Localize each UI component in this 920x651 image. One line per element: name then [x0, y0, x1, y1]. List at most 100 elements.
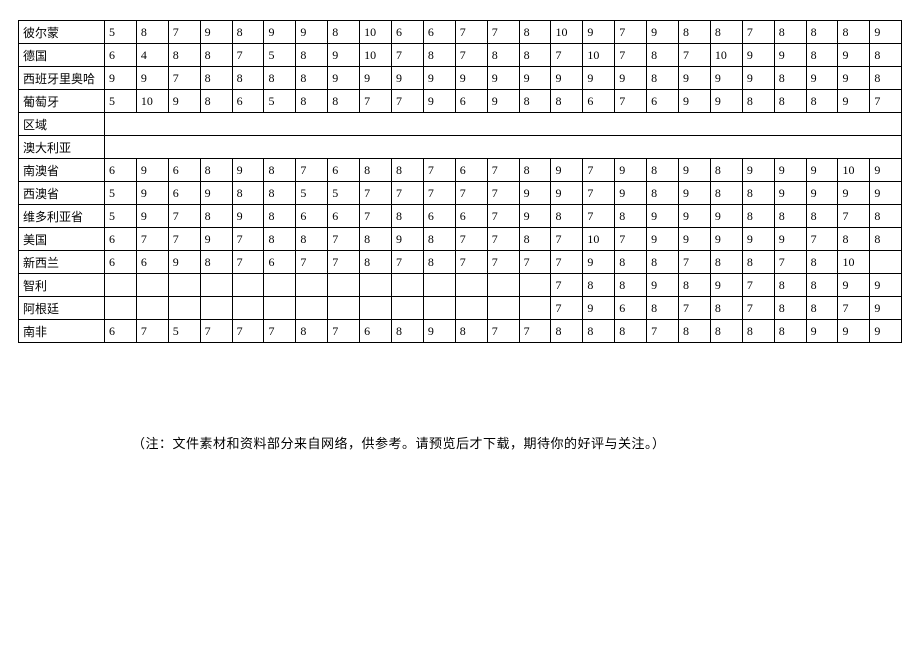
cell: 8 — [232, 67, 264, 90]
cell: 8 — [296, 44, 328, 67]
cell: 5 — [328, 182, 360, 205]
cell: 8 — [296, 228, 328, 251]
cell: 8 — [774, 320, 806, 343]
cell: 9 — [583, 251, 615, 274]
cell: 5 — [105, 205, 137, 228]
cell — [870, 251, 902, 274]
cell: 9 — [774, 182, 806, 205]
cell — [360, 274, 392, 297]
cell: 7 — [200, 320, 232, 343]
cell: 10 — [710, 44, 742, 67]
cell: 7 — [647, 320, 679, 343]
cell: 8 — [710, 21, 742, 44]
cell — [105, 297, 137, 320]
cell: 8 — [774, 297, 806, 320]
cell: 7 — [392, 182, 424, 205]
cell: 9 — [360, 67, 392, 90]
cell: 9 — [136, 67, 168, 90]
cell: 7 — [328, 228, 360, 251]
cell: 7 — [551, 274, 583, 297]
cell: 7 — [615, 228, 647, 251]
cell: 9 — [136, 182, 168, 205]
cell: 8 — [136, 21, 168, 44]
cell: 10 — [551, 21, 583, 44]
cell: 9 — [679, 182, 711, 205]
table-row: 阿根廷79687878879 — [19, 297, 902, 320]
cell: 8 — [679, 21, 711, 44]
row-label: 西澳省 — [19, 182, 105, 205]
cell: 7 — [455, 251, 487, 274]
cell: 10 — [360, 44, 392, 67]
cell: 8 — [200, 90, 232, 113]
row-label: 葡萄牙 — [19, 90, 105, 113]
cell: 9 — [296, 21, 328, 44]
cell: 8 — [806, 90, 838, 113]
table-row: 西澳省5969885577777997989889999 — [19, 182, 902, 205]
cell: 8 — [742, 182, 774, 205]
row-label: 澳大利亚 — [19, 136, 105, 159]
cell: 8 — [615, 320, 647, 343]
cell: 8 — [551, 90, 583, 113]
cell: 6 — [136, 251, 168, 274]
cell: 7 — [838, 297, 870, 320]
row-label: 阿根廷 — [19, 297, 105, 320]
row-label: 区域 — [19, 113, 105, 136]
cell: 10 — [136, 90, 168, 113]
cell: 7 — [583, 182, 615, 205]
cell: 8 — [710, 159, 742, 182]
cell: 9 — [487, 67, 519, 90]
cell: 6 — [296, 205, 328, 228]
cell: 9 — [742, 228, 774, 251]
cell: 8 — [710, 251, 742, 274]
cell: 8 — [615, 205, 647, 228]
cell: 7 — [551, 228, 583, 251]
cell: 9 — [838, 67, 870, 90]
cell: 9 — [232, 205, 264, 228]
cell: 9 — [838, 182, 870, 205]
cell: 7 — [774, 251, 806, 274]
row-label: 彼尔蒙 — [19, 21, 105, 44]
cell: 6 — [105, 228, 137, 251]
cell: 9 — [551, 159, 583, 182]
cell: 9 — [392, 67, 424, 90]
cell — [168, 297, 200, 320]
cell: 9 — [519, 182, 551, 205]
cell: 7 — [487, 251, 519, 274]
cell — [360, 297, 392, 320]
cell — [232, 297, 264, 320]
cell: 4 — [136, 44, 168, 67]
cell: 9 — [838, 274, 870, 297]
cell: 8 — [264, 159, 296, 182]
cell: 7 — [519, 320, 551, 343]
cell: 8 — [264, 228, 296, 251]
cell: 7 — [168, 67, 200, 90]
cell: 8 — [806, 251, 838, 274]
cell: 9 — [423, 320, 455, 343]
cell: 9 — [806, 320, 838, 343]
table-row: 德国6488758910787887107871099898 — [19, 44, 902, 67]
cell: 7 — [136, 228, 168, 251]
cell — [136, 297, 168, 320]
cell: 7 — [455, 44, 487, 67]
cell: 9 — [583, 67, 615, 90]
cell: 8 — [392, 205, 424, 228]
cell: 7 — [487, 320, 519, 343]
cell: 6 — [360, 320, 392, 343]
cell: 9 — [742, 44, 774, 67]
cell — [455, 274, 487, 297]
cell: 8 — [200, 251, 232, 274]
cell: 8 — [742, 320, 774, 343]
cell: 8 — [487, 44, 519, 67]
cell: 7 — [168, 205, 200, 228]
cell: 9 — [838, 90, 870, 113]
cell: 9 — [200, 21, 232, 44]
cell: 8 — [423, 44, 455, 67]
cell: 7 — [232, 44, 264, 67]
cell: 6 — [455, 159, 487, 182]
cell: 9 — [774, 228, 806, 251]
cell: 6 — [423, 21, 455, 44]
cell: 5 — [168, 320, 200, 343]
row-label: 智利 — [19, 274, 105, 297]
cell: 9 — [232, 159, 264, 182]
cell: 7 — [136, 320, 168, 343]
